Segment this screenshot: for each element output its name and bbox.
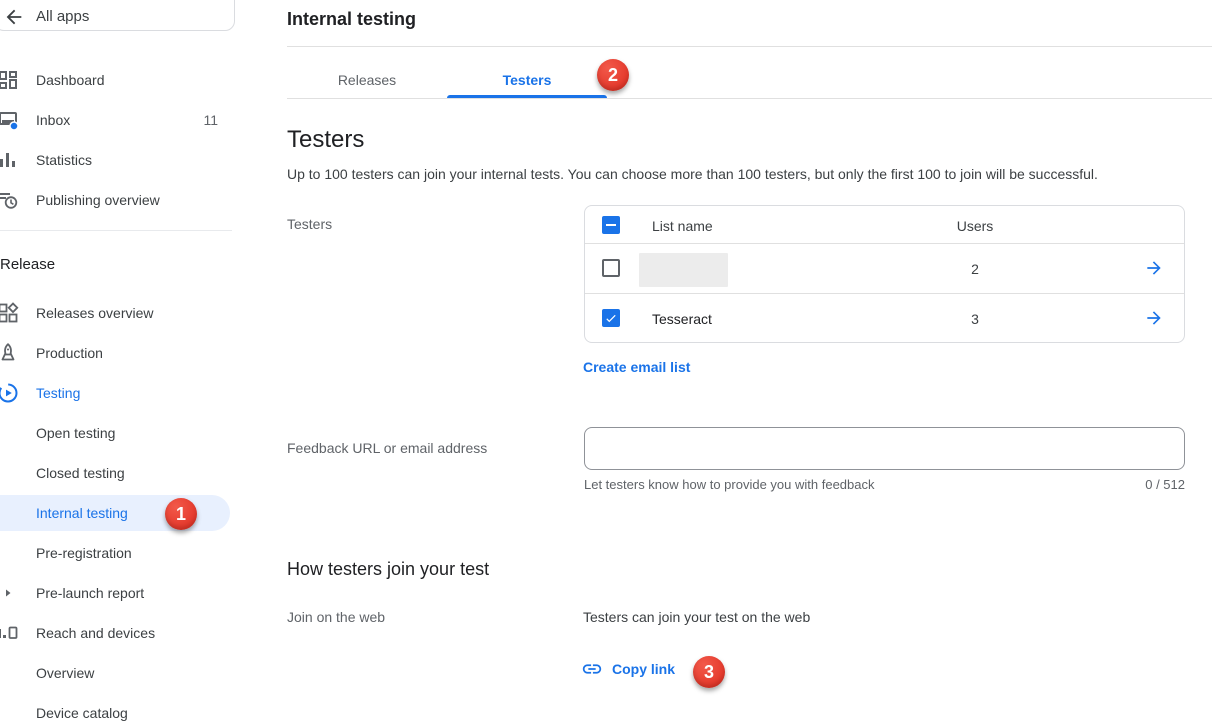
all-apps-button[interactable]: All apps <box>0 0 235 31</box>
sidebar-item-label: Statistics <box>36 152 92 168</box>
chevron-right-icon[interactable] <box>2 587 14 599</box>
tester-lists-table: List name Users 2 Tesseract 3 <box>584 205 1185 343</box>
sidebar-item-testing[interactable]: Testing <box>0 373 232 413</box>
dashboard-icon <box>0 68 20 92</box>
arrow-back-icon[interactable] <box>3 6 25 28</box>
play-console-screen: All apps Dashboard Inbox 11 <box>0 0 1212 726</box>
feedback-url-input[interactable] <box>584 427 1185 470</box>
releases-overview-icon <box>0 301 20 325</box>
reach-devices-icon <box>0 621 20 645</box>
release-section-label: Release <box>0 256 55 273</box>
redacted-list-name <box>639 253 728 287</box>
sidebar-item-publishing-overview[interactable]: Publishing overview <box>0 180 232 220</box>
main-content: Internal testing Releases Testers 2 Test… <box>287 0 1212 726</box>
join-section-heading: How testers join your test <box>287 559 489 580</box>
sidebar-item-label: Production <box>36 345 103 361</box>
users-count: 2 <box>945 261 1005 277</box>
sidebar-item-label: Testing <box>36 385 80 401</box>
inbox-icon <box>0 108 20 132</box>
indeterminate-mark <box>606 224 616 226</box>
sidebar-item-production[interactable]: Production <box>0 333 232 373</box>
column-header-list-name: List name <box>652 218 713 234</box>
sidebar-item-open-testing[interactable]: Open testing <box>0 413 232 453</box>
table-header-row: List name Users <box>585 206 1184 244</box>
sidebar-item-overview[interactable]: Overview <box>0 653 232 693</box>
join-web-label: Join on the web <box>287 609 385 625</box>
sidebar-item-label: Closed testing <box>36 465 125 481</box>
testers-field-label: Testers <box>287 216 332 232</box>
link-icon <box>581 658 603 680</box>
row-checkbox[interactable] <box>602 259 620 277</box>
statistics-icon <box>0 148 20 172</box>
tab-releases[interactable]: Releases <box>307 72 427 88</box>
sidebar-item-label: Open testing <box>36 425 115 441</box>
sidebar-item-label: Publishing overview <box>36 192 160 208</box>
copy-link-label: Copy link <box>612 661 675 677</box>
select-all-checkbox[interactable] <box>602 216 620 234</box>
testers-heading: Testers <box>287 126 364 154</box>
sidebar-item-label: Releases overview <box>36 305 154 321</box>
sidebar: All apps Dashboard Inbox 11 <box>0 0 232 726</box>
annotation-step-1: 1 <box>165 498 197 530</box>
sidebar-item-pre-launch-report[interactable]: Pre-launch report <box>0 573 232 613</box>
production-icon <box>0 341 20 365</box>
table-row: Tesseract 3 <box>585 293 1184 342</box>
all-apps-label: All apps <box>36 8 89 25</box>
sidebar-item-releases-overview[interactable]: Releases overview <box>0 293 232 333</box>
create-email-list-link[interactable]: Create email list <box>583 359 690 375</box>
sidebar-item-label: Pre-launch report <box>36 585 144 601</box>
sidebar-item-reach-and-devices[interactable]: Reach and devices <box>0 613 232 653</box>
testing-icon <box>0 381 20 405</box>
tab-testers[interactable]: Testers <box>467 72 587 88</box>
feedback-helper-row: Let testers know how to provide you with… <box>584 477 1185 492</box>
list-name: Tesseract <box>652 311 712 327</box>
page-title: Internal testing <box>287 9 416 30</box>
table-row: 2 <box>585 244 1184 293</box>
annotation-step-3: 3 <box>693 656 725 688</box>
sidebar-item-closed-testing[interactable]: Closed testing <box>0 453 232 493</box>
sidebar-item-label: Inbox <box>36 112 70 128</box>
sidebar-item-statistics[interactable]: Statistics <box>0 140 232 180</box>
sidebar-item-label: Internal testing <box>36 505 128 521</box>
feedback-field-label: Feedback URL or email address <box>287 440 487 456</box>
sidebar-item-label: Dashboard <box>36 72 105 88</box>
sidebar-item-label: Device catalog <box>36 705 128 721</box>
sidebar-item-inbox[interactable]: Inbox 11 <box>0 100 232 140</box>
testers-description: Up to 100 testers can join your internal… <box>287 166 1098 182</box>
publishing-overview-icon <box>0 188 20 212</box>
feedback-char-counter: 0 / 512 <box>1145 477 1185 492</box>
tabs-divider <box>287 98 1212 99</box>
sidebar-item-internal-testing[interactable]: Internal testing <box>0 493 232 533</box>
header-divider <box>287 46 1212 47</box>
sidebar-item-device-catalog[interactable]: Device catalog <box>0 693 232 726</box>
inbox-count-badge: 11 <box>203 112 218 128</box>
feedback-helper-text: Let testers know how to provide you with… <box>584 477 875 492</box>
sidebar-item-label: Overview <box>36 665 94 681</box>
join-web-text: Testers can join your test on the web <box>583 609 810 625</box>
sidebar-item-label: Reach and devices <box>36 625 155 641</box>
sidebar-item-pre-registration[interactable]: Pre-registration <box>0 533 232 573</box>
open-list-arrow-icon[interactable] <box>1144 258 1164 278</box>
sidebar-item-label: Pre-registration <box>36 545 132 561</box>
open-list-arrow-icon[interactable] <box>1144 308 1164 328</box>
sidebar-divider <box>0 230 232 231</box>
column-header-users: Users <box>945 218 1005 234</box>
users-count: 3 <box>945 311 1005 327</box>
copy-link-button[interactable]: Copy link <box>581 658 675 680</box>
annotation-step-2: 2 <box>597 59 629 91</box>
sidebar-item-dashboard[interactable]: Dashboard <box>0 60 232 100</box>
row-checkbox[interactable] <box>602 309 620 327</box>
